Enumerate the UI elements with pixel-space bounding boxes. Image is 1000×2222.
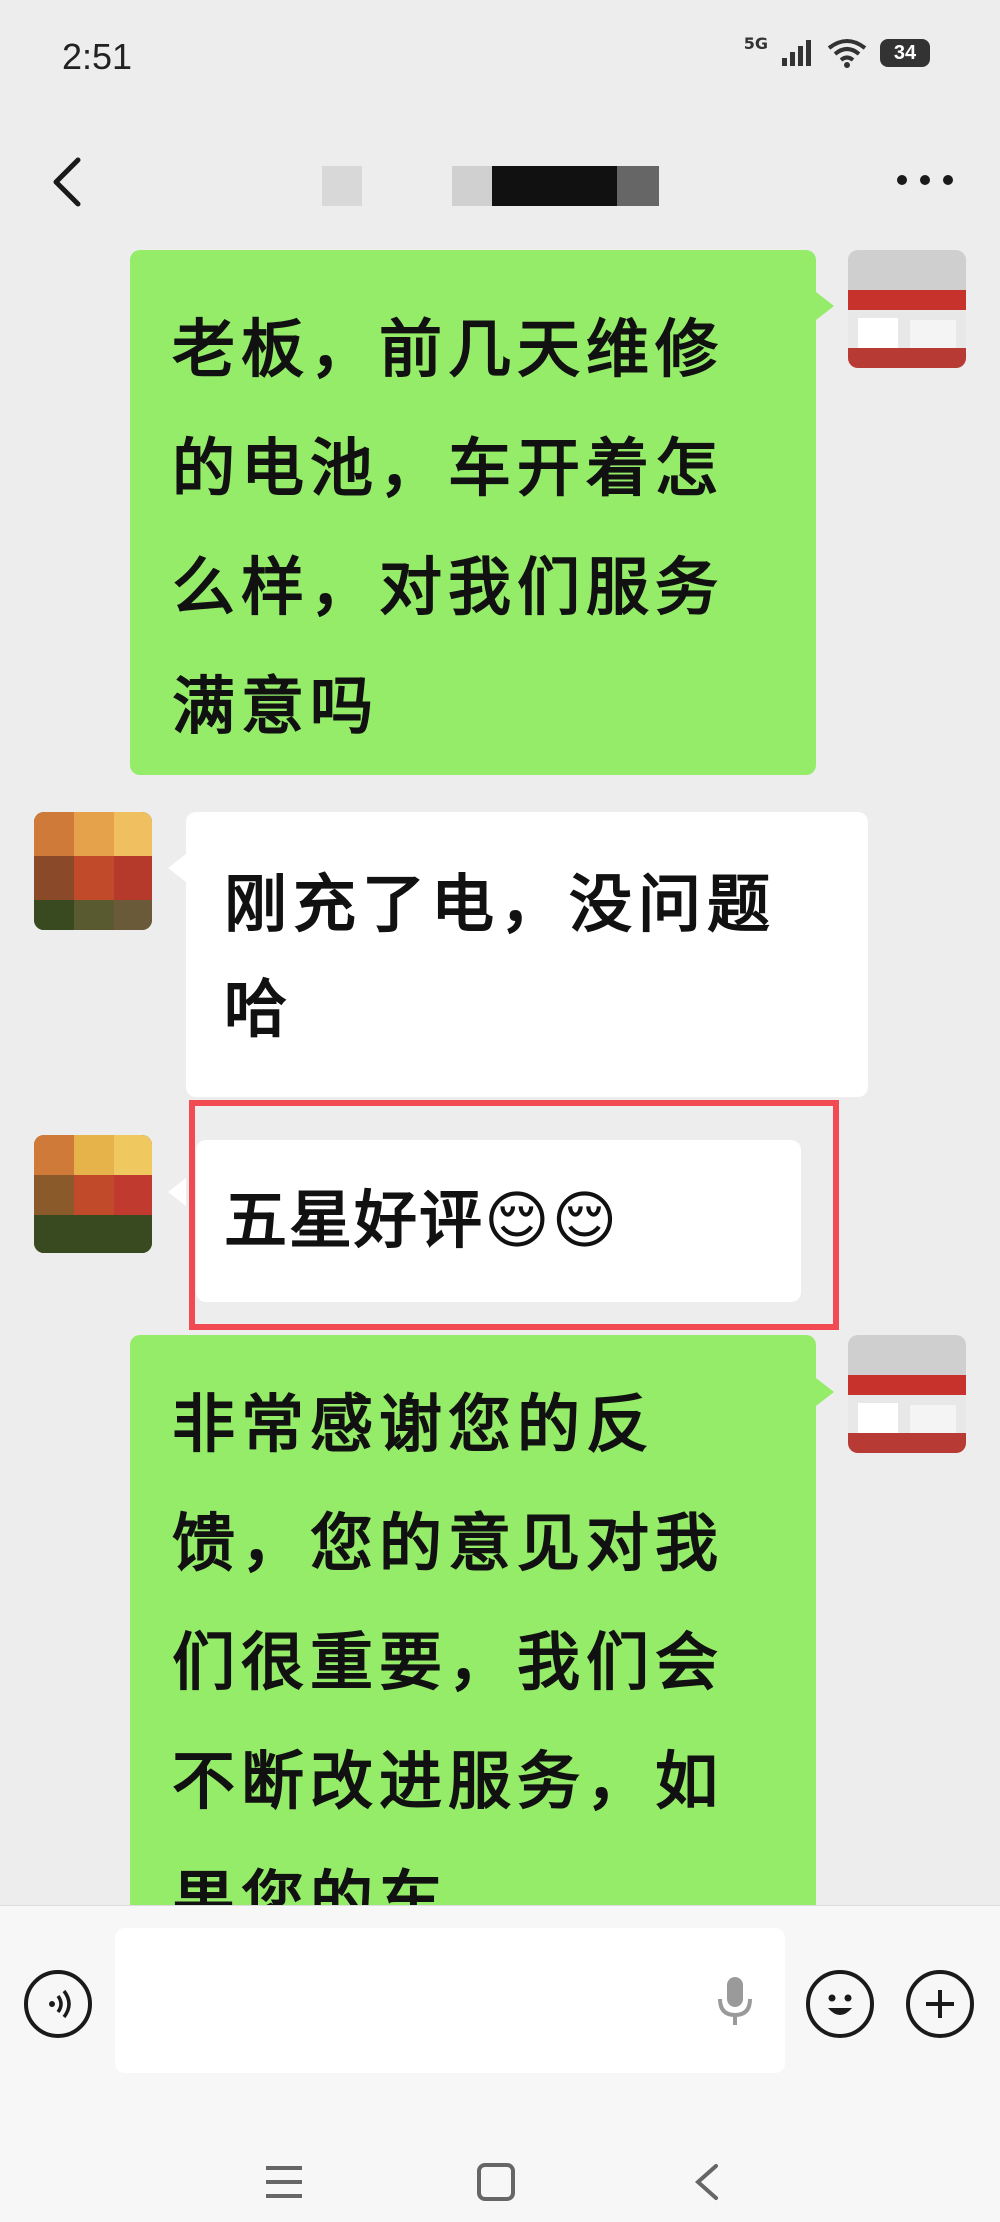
message-text: 刚充了电，没问题哈 <box>224 868 776 1046</box>
voice-icon <box>49 1989 71 2019</box>
my-avatar[interactable] <box>848 1335 966 1453</box>
network-label: 5G <box>743 33 768 53</box>
plus-icon <box>926 1990 954 2018</box>
microphone-icon[interactable] <box>715 1973 755 2029</box>
storefront-avatar-image <box>848 250 966 368</box>
signal-icon <box>782 40 811 66</box>
status-icons: 5G 34 <box>744 34 930 68</box>
more-options-icon[interactable] <box>890 160 960 200</box>
bubble-tail <box>816 1378 834 1406</box>
bubble-tail <box>168 854 186 882</box>
menu-icon[interactable] <box>262 2162 306 2202</box>
system-nav-bar <box>0 2100 1000 2222</box>
bubble-tail <box>816 292 834 320</box>
status-bar: 2:51 5G 34 <box>0 0 1000 120</box>
battery-indicator: 34 <box>880 39 930 67</box>
message-bubble-sent[interactable]: 老板，前几天维修的电池，车开着怎么样，对我们服务满意吗 <box>130 250 816 775</box>
wifi-icon <box>827 39 867 68</box>
redacted-title-block <box>452 166 492 206</box>
contact-avatar[interactable] <box>34 812 152 930</box>
emoji-button[interactable] <box>806 1970 874 2038</box>
status-time: 2:51 <box>62 36 133 77</box>
message-text: 非常感谢您的反馈，您的意见对我们很重要，我们会不断改进服务，如果您的车 <box>172 1388 724 1937</box>
voice-toggle-button[interactable] <box>24 1970 92 2038</box>
bubble-tail <box>168 1178 186 1206</box>
emoji-icon <box>828 1994 852 2015</box>
message-bubble-received[interactable]: 刚充了电，没问题哈 <box>186 812 868 1097</box>
message-bubble-sent[interactable]: 非常感谢您的反馈，您的意见对我们很重要，我们会不断改进服务，如果您的车 <box>130 1335 816 1975</box>
contact-avatar-image <box>34 812 152 930</box>
home-icon[interactable] <box>474 2160 518 2204</box>
highlight-box <box>189 1100 839 1330</box>
message-text: 老板，前几天维修的电池，车开着怎么样，对我们服务满意吗 <box>172 313 724 743</box>
storefront-avatar-image <box>848 1335 966 1453</box>
message-input[interactable] <box>115 1928 785 2073</box>
chat-header <box>0 120 1000 250</box>
contact-avatar[interactable] <box>34 1135 152 1253</box>
nav-back-icon[interactable] <box>688 2160 728 2204</box>
back-arrow-icon[interactable] <box>40 152 100 212</box>
redacted-title-block <box>617 166 659 206</box>
redacted-title-block <box>492 166 617 206</box>
input-bar <box>0 1905 1000 2101</box>
redacted-title-block <box>322 166 362 206</box>
add-more-button[interactable] <box>906 1970 974 2038</box>
contact-avatar-image <box>34 1135 152 1253</box>
my-avatar[interactable] <box>848 250 966 368</box>
